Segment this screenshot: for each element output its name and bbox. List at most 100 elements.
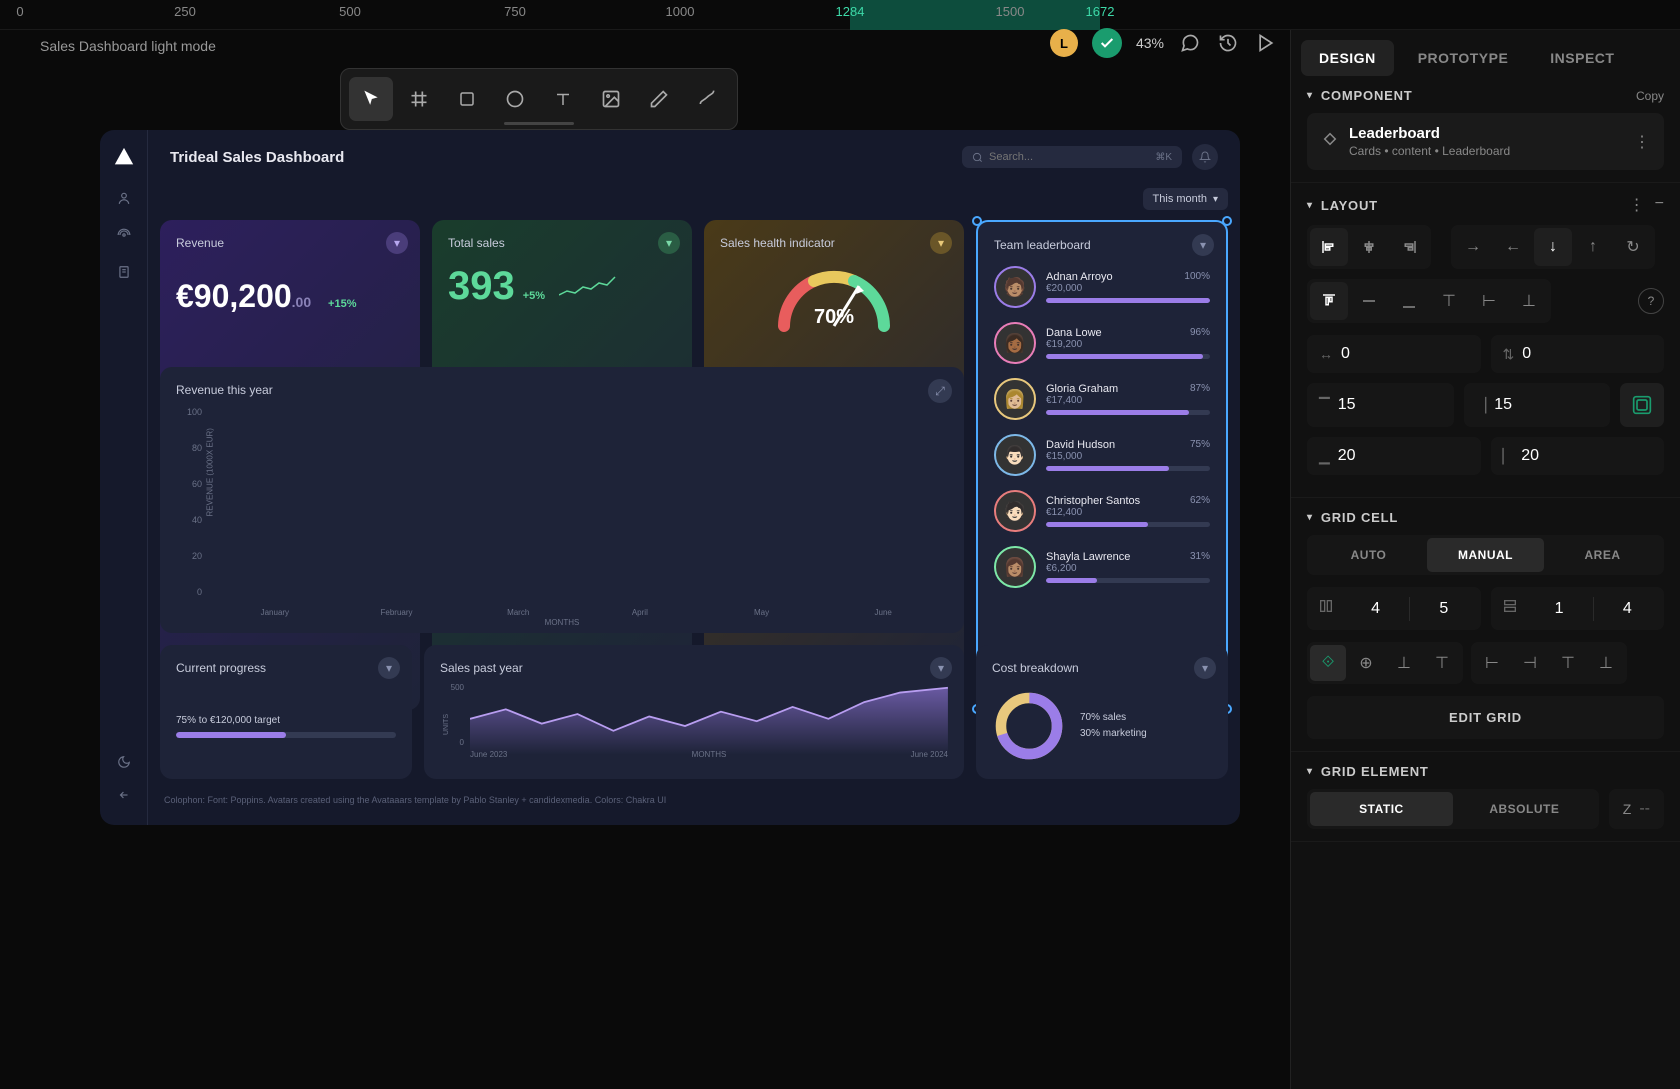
progress-card[interactable]: Current progress ▾ 75% to €120,000 targe… [160, 645, 412, 779]
leaderboard-item[interactable]: 👩🏽 Shayla Lawrence 31% €6,200 [994, 546, 1210, 588]
tab-inspect[interactable]: INSPECT [1532, 40, 1632, 76]
leaderboard-item[interactable]: 🧑🏻 Christopher Santos 62% €12,400 [994, 490, 1210, 532]
gap-vertical-input[interactable]: ⇅ [1491, 335, 1665, 373]
cost-card[interactable]: Cost breakdown ▾ 70% sales 30% marketing [976, 645, 1228, 779]
canvas[interactable]: L 43% Sales Dashboard light mode [0, 30, 1290, 1089]
z-index-input[interactable]: Z -- [1609, 789, 1664, 829]
selection-handle[interactable] [972, 216, 982, 226]
sync-status-icon[interactable] [1092, 28, 1122, 58]
chevron-down-icon[interactable]: ▾ [1307, 200, 1313, 211]
leaderboard-item[interactable]: 👩🏾 Dana Lowe 96% €19,200 [994, 322, 1210, 364]
mode-manual[interactable]: MANUAL [1427, 538, 1544, 572]
member-amount: €17,400 [1046, 395, 1210, 406]
leaderboard-item[interactable]: 🧑🏽 Adnan Arroyo 100% €20,000 [994, 266, 1210, 308]
gap-horizontal-input[interactable]: ↔ [1307, 335, 1481, 373]
justify-stretch-icon[interactable]: ⊤ [1424, 645, 1460, 681]
kebab-menu-icon[interactable]: ⋮ [1634, 132, 1650, 152]
zoom-level[interactable]: 43% [1136, 35, 1164, 51]
dashboard-frame[interactable]: Trideal Sales Dashboard ⌘K This month ▾ [100, 130, 1240, 825]
mode-absolute[interactable]: ABSOLUTE [1453, 792, 1596, 826]
expand-icon[interactable]: ⤢ [928, 379, 952, 403]
card-menu[interactable]: ▾ [930, 232, 952, 254]
align-center-h-icon[interactable] [1350, 228, 1388, 266]
padding-left-input[interactable]: ▏ [1491, 437, 1665, 475]
arrow-left-icon[interactable]: ← [1494, 228, 1532, 266]
align-left-icon[interactable] [1310, 228, 1348, 266]
search-field[interactable] [989, 151, 1149, 163]
broadcast-icon[interactable] [117, 228, 131, 247]
revenue-chart-card[interactable]: Revenue this year ⤢ REVENUE (1000X EUR) … [160, 367, 964, 633]
chevron-down-icon[interactable]: ▾ [1307, 766, 1313, 777]
align-bottom-icon[interactable] [1390, 282, 1428, 320]
mode-area[interactable]: AREA [1544, 538, 1661, 572]
component-info[interactable]: Leaderboard Cards • content • Leaderboar… [1307, 113, 1664, 170]
image-tool[interactable] [589, 77, 633, 121]
justify-start-icon[interactable]: ⟐ [1310, 645, 1346, 681]
card-menu[interactable]: ▾ [1192, 234, 1214, 256]
history-icon[interactable] [1216, 31, 1240, 55]
arrow-down-icon[interactable]: ↓ [1534, 228, 1572, 266]
tab-prototype[interactable]: PROTOTYPE [1400, 40, 1527, 76]
pen-tool[interactable] [637, 77, 681, 121]
ellipse-tool[interactable] [493, 77, 537, 121]
select-tool[interactable] [349, 77, 393, 121]
distribute-middle-icon[interactable]: ⊢ [1470, 282, 1508, 320]
leaderboard-card[interactable]: Team leaderboard ▾ 🧑🏽 Adnan Arroyo 100% … [976, 220, 1228, 710]
align-start-icon[interactable]: ⊢ [1474, 645, 1510, 681]
padding-bottom-input[interactable]: ▁ [1307, 437, 1481, 475]
card-menu[interactable]: ▾ [658, 232, 680, 254]
arrow-up-icon[interactable]: ↑ [1574, 228, 1612, 266]
mode-static[interactable]: STATIC [1310, 792, 1453, 826]
justify-center-icon[interactable]: ⊕ [1348, 645, 1384, 681]
card-menu[interactable]: ▾ [1194, 657, 1216, 679]
align-center-icon[interactable]: ⊣ [1512, 645, 1548, 681]
minus-icon[interactable]: − [1655, 195, 1664, 215]
chevron-down-icon[interactable]: ▾ [1307, 512, 1313, 523]
justify-end-icon[interactable]: ⊥ [1386, 645, 1422, 681]
notifications-icon[interactable] [1192, 144, 1218, 170]
copy-button[interactable]: Copy [1636, 89, 1664, 103]
leaderboard-item[interactable]: 👨🏻 David Hudson 75% €15,000 [994, 434, 1210, 476]
comment-icon[interactable] [1178, 31, 1202, 55]
past-sales-card[interactable]: Sales past year ▾ UNITS 5000 June 2 [424, 645, 964, 779]
leaderboard-item[interactable]: 👩🏼 Gloria Graham 87% €17,400 [994, 378, 1210, 420]
kebab-menu-icon[interactable]: ⋮ [1629, 195, 1645, 215]
section-label: GRID ELEMENT [1321, 764, 1429, 779]
card-menu[interactable]: ▾ [930, 657, 952, 679]
mode-auto[interactable]: AUTO [1310, 538, 1427, 572]
padding-top-input[interactable]: ▔ [1307, 383, 1454, 427]
rectangle-tool[interactable] [445, 77, 489, 121]
arrow-right-icon[interactable]: → [1454, 228, 1492, 266]
tab-design[interactable]: DESIGN [1301, 40, 1394, 76]
link-padding-icon[interactable] [1620, 383, 1664, 427]
padding-right-input[interactable]: ▕ [1464, 383, 1611, 427]
align-middle-icon[interactable] [1350, 282, 1388, 320]
user-icon[interactable] [117, 191, 131, 210]
align-top-icon[interactable] [1310, 282, 1348, 320]
text-tool[interactable] [541, 77, 585, 121]
selection-handle[interactable] [1222, 216, 1232, 226]
play-icon[interactable] [1254, 31, 1278, 55]
search-input[interactable]: ⌘K [962, 146, 1182, 168]
document-icon[interactable] [117, 265, 131, 284]
card-menu[interactable]: ▾ [378, 657, 400, 679]
theme-icon[interactable] [117, 755, 131, 774]
distribute-top-icon[interactable]: ⊤ [1430, 282, 1468, 320]
date-filter[interactable]: This month ▾ [1143, 188, 1228, 210]
align-stretch-icon[interactable]: ⊥ [1588, 645, 1624, 681]
toolbar-drag-handle[interactable] [504, 122, 574, 125]
help-icon[interactable]: ? [1638, 288, 1664, 314]
distribute-bottom-icon[interactable]: ⊥ [1510, 282, 1548, 320]
edit-grid-button[interactable]: EDIT GRID [1307, 696, 1664, 739]
vector-tool[interactable] [685, 77, 729, 121]
align-right-icon[interactable] [1390, 228, 1428, 266]
wrap-icon[interactable]: ↻ [1614, 228, 1652, 266]
collapse-icon[interactable] [117, 788, 131, 807]
align-end-icon[interactable]: ⊤ [1550, 645, 1586, 681]
column-span-input[interactable] [1307, 587, 1481, 630]
user-avatar[interactable]: L [1050, 29, 1078, 57]
frame-tool[interactable] [397, 77, 441, 121]
row-span-input[interactable] [1491, 587, 1665, 630]
card-menu[interactable]: ▾ [386, 232, 408, 254]
chevron-down-icon[interactable]: ▾ [1307, 90, 1313, 101]
